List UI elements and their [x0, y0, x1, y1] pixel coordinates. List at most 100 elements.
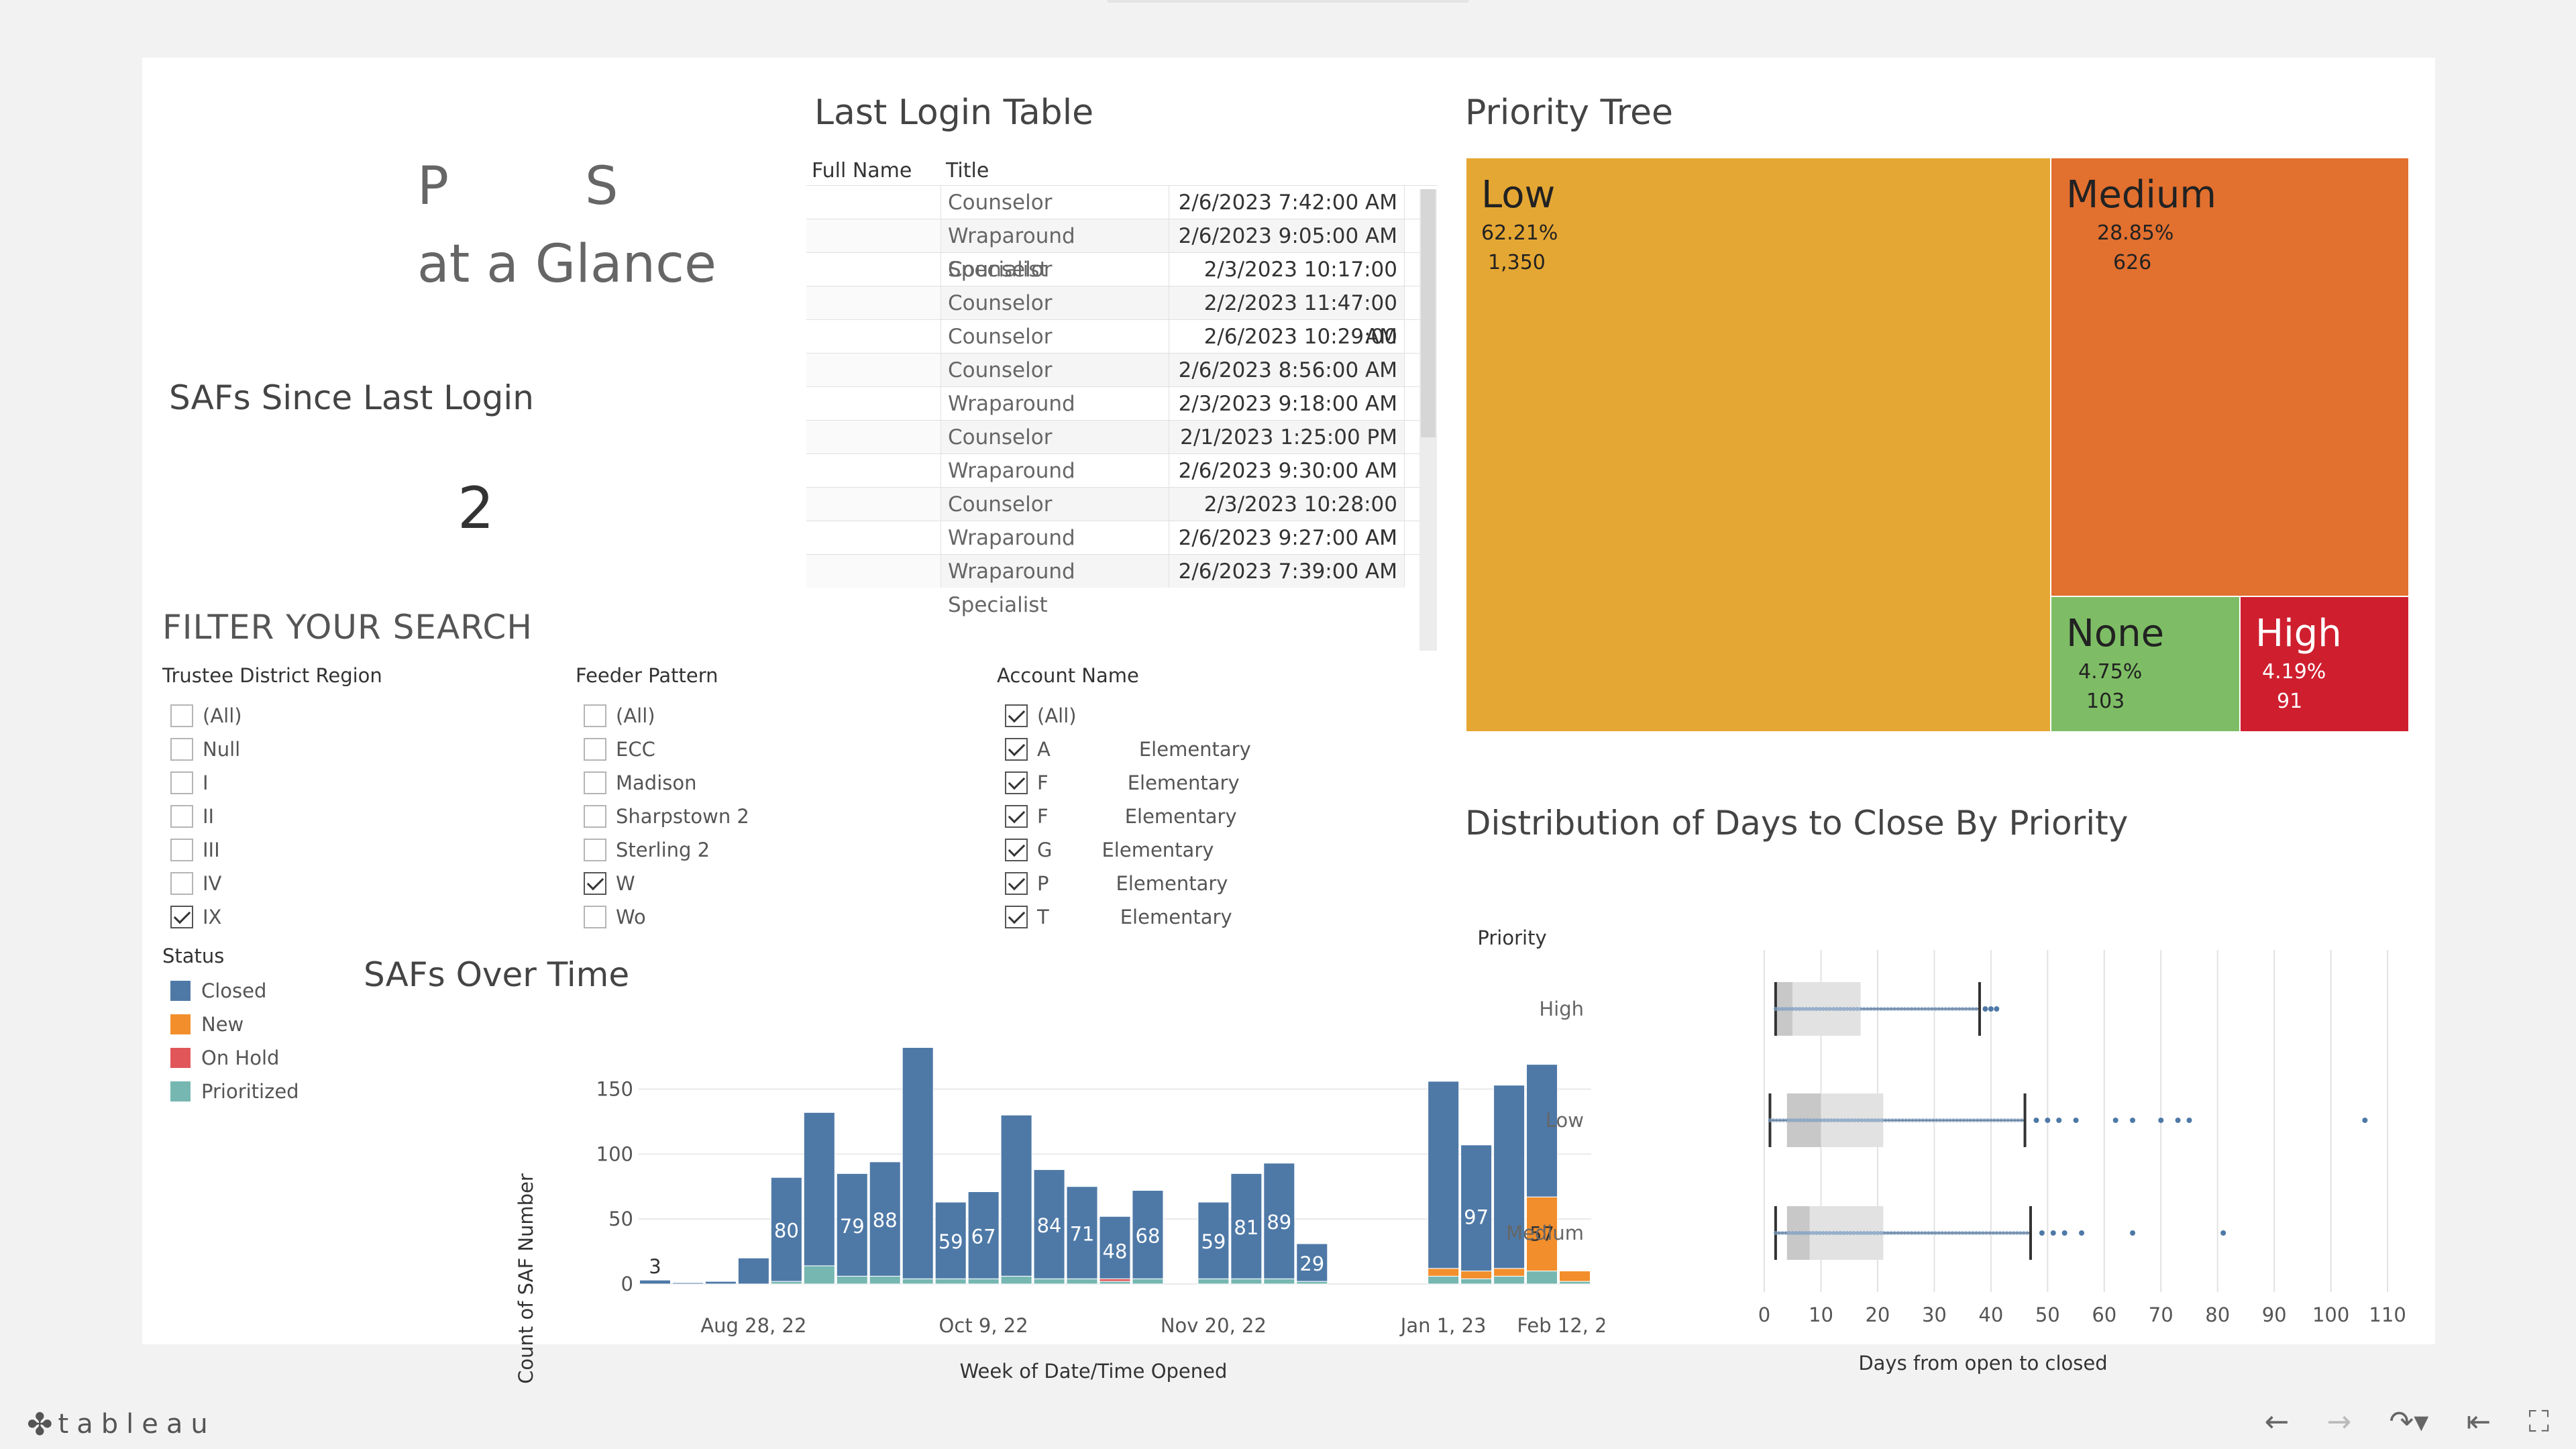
feeder-option[interactable]: Sharpstown 2: [576, 800, 951, 833]
tile-none-pct: 4.75%: [2078, 660, 2143, 684]
trustee-option[interactable]: IX: [162, 900, 538, 934]
tile-medium[interactable]: Medium 28.85% 626: [2051, 158, 2408, 596]
checkbox-checked-icon[interactable]: [1005, 839, 1028, 861]
tableau-logo[interactable]: ✤ tableau: [27, 1406, 216, 1442]
checkbox-checked-icon[interactable]: [1005, 738, 1028, 761]
trustee-option[interactable]: Null: [162, 733, 538, 766]
checkbox-unchecked-icon[interactable]: [170, 738, 193, 761]
table-cell-last-login: 2/3/2023 9:18:00 AM: [1169, 387, 1405, 420]
forward-arrow-icon[interactable]: →: [2326, 1405, 2351, 1439]
table-scrollbar-thumb[interactable]: [1421, 189, 1436, 437]
checkbox-unchecked-icon[interactable]: [584, 906, 606, 928]
trustee-option-label: (All): [203, 704, 242, 727]
column-header-full-name[interactable]: Full Name: [806, 159, 941, 182]
trustee-option-label: I: [203, 771, 209, 794]
feeder-option[interactable]: W: [576, 867, 951, 900]
distribution-title: Distribution of Days to Close By Priorit…: [1465, 804, 2129, 843]
checkbox-unchecked-icon[interactable]: [170, 771, 193, 794]
checkbox-unchecked-icon[interactable]: [584, 738, 606, 761]
fullscreen-icon[interactable]: ⛶: [2528, 1405, 2549, 1439]
checkbox-unchecked-icon[interactable]: [170, 704, 193, 727]
distribution-chart: Priority High Low Medium 0 10 20 30 40 50 60 70 80…: [1477, 926, 2406, 1375]
checkbox-unchecked-icon[interactable]: [170, 872, 193, 895]
checkbox-unchecked-icon[interactable]: [584, 704, 606, 727]
checkbox-checked-icon[interactable]: [1005, 704, 1028, 727]
feeder-option[interactable]: ECC: [576, 733, 951, 766]
account-option[interactable]: F Elementary: [997, 766, 1393, 800]
bar-segment-prioritized: [1230, 1278, 1263, 1285]
table-cell-last-login: 2/3/2023 10:28:00 AM: [1169, 488, 1405, 550]
feeder-option[interactable]: Wo: [576, 900, 951, 934]
table-row[interactable]: Wraparound Specialist2/6/2023 9:27:00 AM: [806, 521, 1437, 584]
column-header-title[interactable]: Title: [941, 159, 1162, 182]
checkbox-checked-icon[interactable]: [1005, 906, 1028, 928]
table-row[interactable]: Counselor 2/6/2023 7:42:00 AM: [806, 185, 1437, 219]
checkbox-checked-icon[interactable]: [1005, 872, 1028, 895]
checkbox-checked-icon[interactable]: [1005, 771, 1028, 794]
legend-item[interactable]: On Hold: [162, 1041, 299, 1075]
account-option[interactable]: A Elementary: [997, 733, 1393, 766]
table-row[interactable]: Counselor 2/6/2023 8:56:00 AM: [806, 353, 1437, 386]
box-outlier-point: [2050, 1230, 2056, 1236]
account-option[interactable]: G Elementary: [997, 833, 1393, 867]
bar-chart-y-label: Count of SAF Number: [515, 1173, 537, 1384]
tile-none-name: None: [2066, 612, 2165, 655]
table-row[interactable]: Wraparound Specialist 2/6/2023 9:05:00 AM: [806, 219, 1437, 282]
legend-item[interactable]: New: [162, 1008, 299, 1041]
legend-swatch: [170, 1014, 191, 1034]
tile-low[interactable]: Low 62.21% 1,350: [1466, 158, 2050, 731]
login-table-header: Full Name Title: [806, 156, 1437, 185]
box-x-tick-label: 10: [1809, 1303, 1833, 1326]
safs-since-login-label: SAFs Since Last Login: [169, 378, 534, 417]
back-arrow-icon[interactable]: ←: [2265, 1405, 2290, 1439]
table-row[interactable]: Wraparound Specialist2/3/2023 9:18:00 AM: [806, 386, 1437, 449]
table-row[interactable]: Counselor2/3/2023 10:17:00 AM: [806, 252, 1437, 315]
feeder-option[interactable]: (All): [576, 699, 951, 733]
legend-item[interactable]: Prioritized: [162, 1075, 299, 1108]
trustee-option[interactable]: IV: [162, 867, 538, 900]
table-scrollbar[interactable]: [1419, 189, 1437, 651]
trustee-option[interactable]: III: [162, 833, 538, 867]
checkbox-unchecked-icon[interactable]: [584, 805, 606, 828]
account-option[interactable]: T Elementary: [997, 900, 1393, 934]
tile-low-name: Low: [1481, 173, 1556, 217]
trustee-option[interactable]: I: [162, 766, 538, 800]
account-option-suffix: Elementary: [1124, 805, 1237, 828]
feeder-option[interactable]: Sterling 2: [576, 833, 951, 867]
tile-high-count: 91: [2277, 690, 2303, 713]
table-row[interactable]: Counselor 2/3/2023 10:28:00 AM: [806, 487, 1437, 550]
table-row[interactable]: Counselor 2/1/2023 1:25:00 PM: [806, 420, 1437, 453]
account-option[interactable]: (All): [997, 699, 1393, 733]
reset-icon[interactable]: ⇤: [2466, 1405, 2491, 1439]
bar-data-label: 29: [1299, 1252, 1324, 1275]
checkbox-unchecked-icon[interactable]: [170, 805, 193, 828]
checkbox-checked-icon[interactable]: [170, 906, 193, 928]
bar-data-label: 3: [649, 1255, 661, 1278]
bar-y-tick-label: 100: [596, 1142, 633, 1165]
checkbox-unchecked-icon[interactable]: [584, 839, 606, 861]
table-row[interactable]: Wraparound Specialist2/6/2023 9:30:00 AM: [806, 453, 1437, 517]
account-option[interactable]: P Elementary: [997, 867, 1393, 900]
checkbox-unchecked-icon[interactable]: [584, 771, 606, 794]
box-outlier-point: [2130, 1118, 2136, 1123]
table-row[interactable]: Counselor 2/2/2023 11:47:00 AM: [806, 286, 1437, 349]
table-row[interactable]: Wraparound Specialist 2/6/2023 7:39:00 AM: [806, 554, 1437, 617]
revert-icon[interactable]: ↷▾: [2389, 1405, 2428, 1439]
distribution-row-header: Priority: [1477, 926, 1546, 949]
tile-high[interactable]: High 4.19% 91: [2241, 597, 2408, 731]
checkbox-checked-icon[interactable]: [1005, 805, 1028, 828]
table-row[interactable]: Counselor2/6/2023 10:29:00 AM: [806, 319, 1437, 382]
trustee-option[interactable]: (All): [162, 699, 538, 733]
trustee-option[interactable]: II: [162, 800, 538, 833]
account-name-filter: Account Name (All) A Elementary F Elementary…: [997, 664, 1393, 934]
tile-none[interactable]: None 4.75% 103: [2051, 597, 2239, 731]
account-option[interactable]: F Elementary: [997, 800, 1393, 833]
box-x-tick-label: 40: [1978, 1303, 2003, 1326]
legend-item[interactable]: Closed: [162, 974, 299, 1008]
feeder-option[interactable]: Madison: [576, 766, 951, 800]
table-cell-name: [806, 521, 941, 554]
checkbox-checked-icon[interactable]: [584, 872, 606, 895]
bar-x-tick-label: Aug 28, 22: [700, 1314, 806, 1337]
checkbox-unchecked-icon[interactable]: [170, 839, 193, 861]
box-x-tick-label: 0: [1758, 1303, 1770, 1326]
